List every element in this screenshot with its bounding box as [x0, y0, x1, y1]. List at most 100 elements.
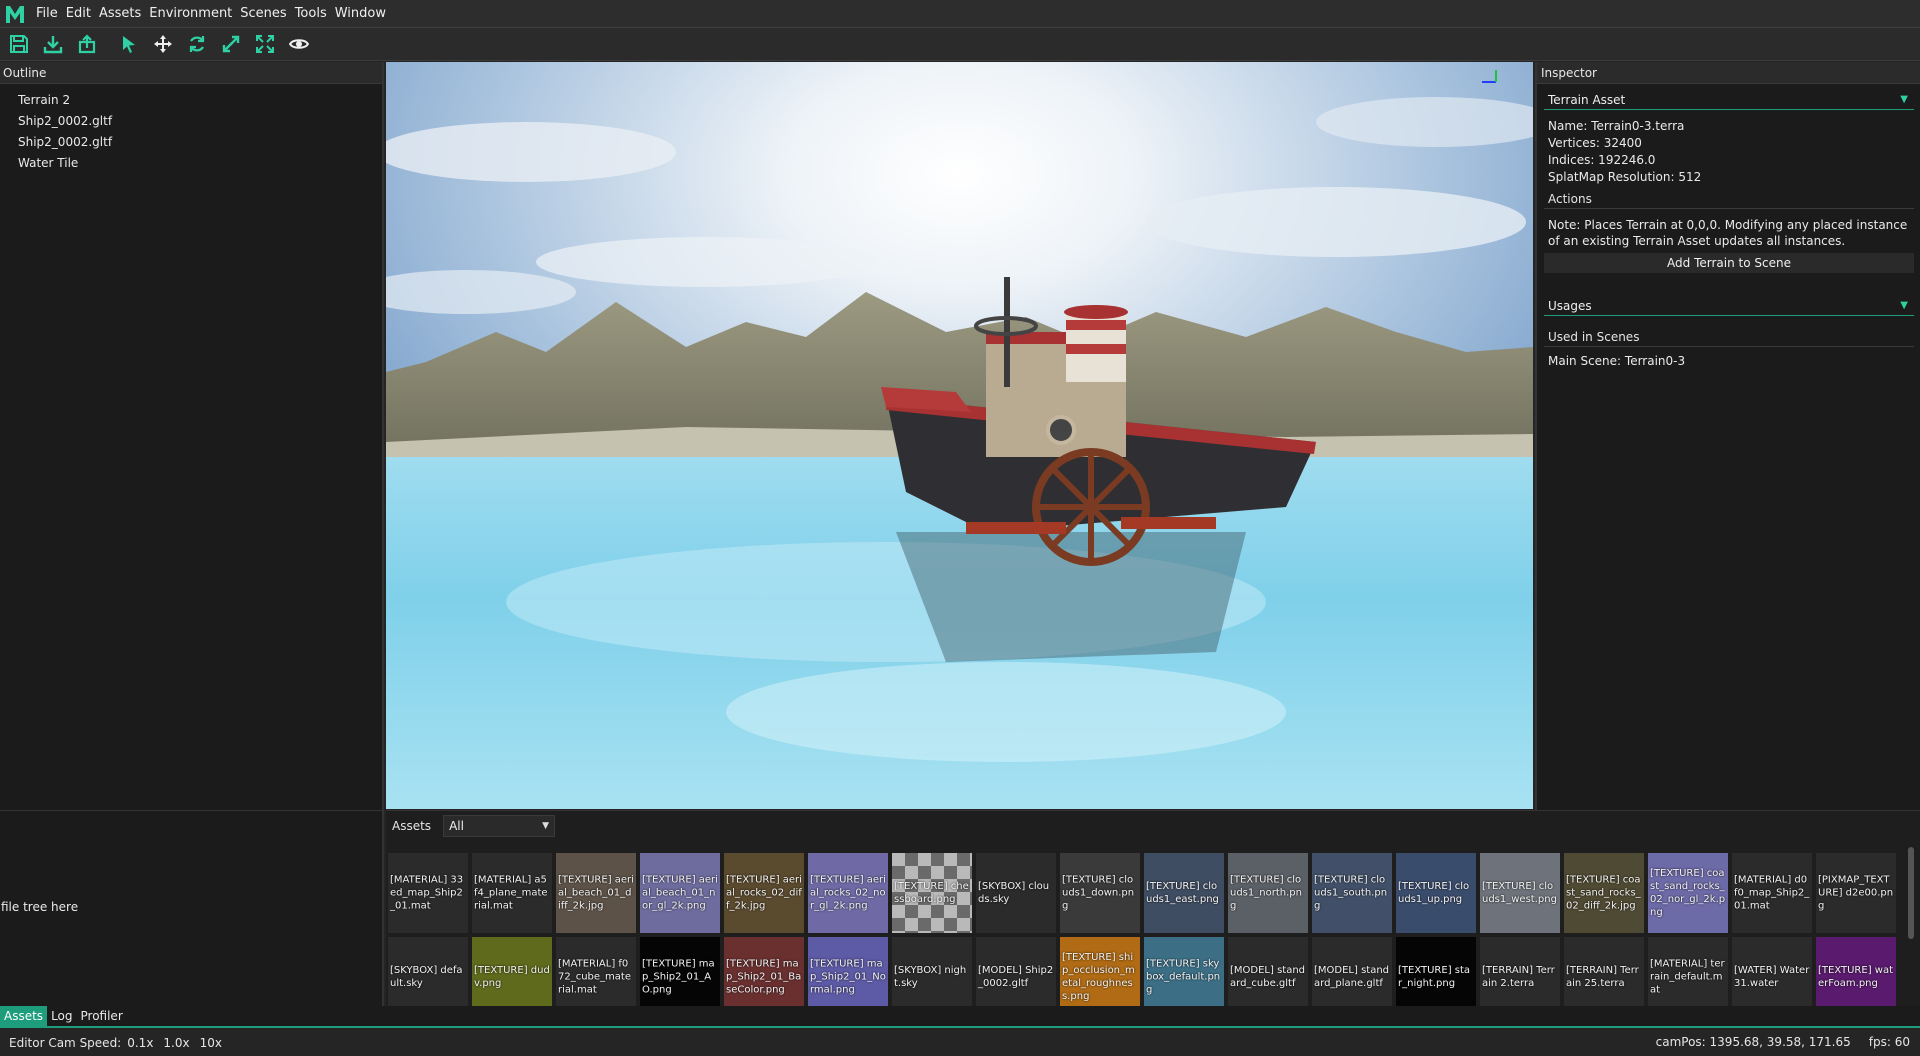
asset-label: [TEXTURE] star_night.png: [1398, 965, 1471, 989]
asset-tile[interactable]: [TEXTURE] aerial_rocks_02_diff_2k.jpg: [724, 853, 804, 933]
asset-tile[interactable]: [TEXTURE] waterFoam.png: [1816, 937, 1896, 1017]
asset-filter-value: All: [449, 819, 464, 833]
inspector-panel: Inspector Terrain Asset ▼ Name: Terrain0…: [1535, 62, 1920, 810]
asset-label: [TEXTURE] coast_sand_rocks_02_nor_gl_2k.…: [1650, 868, 1726, 918]
rotate-icon: [189, 36, 205, 52]
asset-tile[interactable]: [MATERIAL] d0f0_map_Ship2_01.mat: [1732, 853, 1812, 933]
tab-assets[interactable]: Assets: [0, 1006, 48, 1026]
tab-log[interactable]: Log: [47, 1006, 76, 1026]
asset-tile[interactable]: [MATERIAL] terrain_default.mat: [1648, 937, 1728, 1017]
menu-tools[interactable]: Tools: [291, 6, 331, 21]
asset-label: [WATER] Water 31.water: [1734, 965, 1810, 989]
asset-tile[interactable]: [TEXTURE] map_Ship2_01_Normal.png: [808, 937, 888, 1017]
asset-label: [PIXMAP_TEXTURE] d2e00.png: [1818, 874, 1894, 912]
outline-item[interactable]: Ship2_0002.gltf: [0, 111, 382, 132]
save-button[interactable]: [6, 31, 32, 57]
asset-tile[interactable]: [TEXTURE] clouds1_down.png: [1060, 853, 1140, 933]
asset-tile[interactable]: [TEXTURE] clouds1_south.png: [1312, 853, 1392, 933]
asset-tile[interactable]: [WATER] Water 31.water: [1732, 937, 1812, 1017]
assets-panel: Assets All ▼ [MATERIAL] 33ed_map_Ship2_0…: [386, 810, 1920, 1017]
select-icon: [123, 36, 135, 53]
asset-tile[interactable]: [TEXTURE] clouds1_up.png: [1396, 853, 1476, 933]
asset-tile[interactable]: [TEXTURE] coast_sand_rocks_02_nor_gl_2k.…: [1648, 853, 1728, 933]
asset-tile[interactable]: [TEXTURE] dudv.png: [472, 937, 552, 1017]
terrain-note: Note: Places Terrain at 0,0,0. Modifying…: [1548, 218, 1908, 248]
asset-tile[interactable]: [MODEL] standard_cube.gltf: [1228, 937, 1308, 1017]
tab-profiler[interactable]: Profiler: [77, 1006, 127, 1026]
outline-item[interactable]: Ship2_0002.gltf: [0, 132, 382, 153]
asset-label: [MATERIAL] f072_cube_material.mat: [558, 958, 632, 996]
asset-tile[interactable]: [MATERIAL] 33ed_map_Ship2_01.mat: [388, 853, 468, 933]
asset-tile[interactable]: [TEXTURE] coast_sand_rocks_02_diff_2k.jp…: [1564, 853, 1644, 933]
scene-render: [386, 62, 1533, 809]
asset-tile[interactable]: [SKYBOX] clouds.sky: [976, 853, 1056, 933]
terrain-asset-header-label: Terrain Asset: [1548, 93, 1626, 107]
asset-tile[interactable]: [TEXTURE] aerial_rocks_02_nor_gl_2k.png: [808, 853, 888, 933]
menu-edit[interactable]: Edit: [62, 6, 95, 21]
asset-grid: [MATERIAL] 33ed_map_Ship2_01.mat [MATERIA…: [388, 853, 1898, 1017]
bottom-tab-bar: Assets Log Profiler: [0, 1006, 1920, 1028]
asset-tile[interactable]: [TEXTURE] map_Ship2_01_AO.png: [640, 937, 720, 1017]
asset-tile[interactable]: [TEXTURE] aerial_beach_01_nor_gl_2k.png: [640, 853, 720, 933]
assets-scrollbar[interactable]: [1908, 847, 1914, 939]
asset-tile[interactable]: [TEXTURE] star_night.png: [1396, 937, 1476, 1017]
rotate-tool-button[interactable]: [184, 31, 210, 57]
outline-item[interactable]: Terrain 2: [0, 90, 382, 111]
asset-vertices: Vertices: 32400: [1548, 136, 1642, 150]
fullscreen-button[interactable]: [252, 31, 278, 57]
asset-filter-select[interactable]: All ▼: [443, 815, 556, 837]
scene-viewport[interactable]: [386, 62, 1533, 809]
asset-tile[interactable]: [PIXMAP_TEXTURE] d2e00.png: [1816, 853, 1896, 933]
asset-tile[interactable]: [TERRAIN] Terrain 2.terra: [1480, 937, 1560, 1017]
usages-header[interactable]: Usages ▼: [1544, 296, 1914, 316]
asset-tile[interactable]: [TEXTURE] map_Ship2_01_BaseColor.png: [724, 937, 804, 1017]
add-terrain-to-scene-button[interactable]: Add Terrain to Scene: [1544, 253, 1914, 273]
asset-tile[interactable]: [SKYBOX] default.sky: [388, 937, 468, 1017]
visibility-toggle-button[interactable]: [286, 31, 312, 57]
menu-environment[interactable]: Environment: [145, 6, 236, 21]
asset-tile[interactable]: [MATERIAL] a5f4_plane_material.mat: [472, 853, 552, 933]
asset-label: [TERRAIN] Terrain 2.terra: [1482, 965, 1555, 989]
menu-file[interactable]: File: [32, 6, 62, 21]
export-button[interactable]: [74, 31, 100, 57]
asset-label: [TEXTURE] clouds1_west.png: [1482, 881, 1557, 905]
asset-tile[interactable]: [MODEL] standard_plane.gltf: [1312, 937, 1392, 1017]
import-icon: [43, 36, 63, 54]
asset-label: [MODEL] Ship2_0002.gltf: [978, 965, 1054, 989]
menu-scenes[interactable]: Scenes: [236, 6, 290, 21]
menu-assets[interactable]: Assets: [95, 6, 145, 21]
asset-label: [MODEL] standard_plane.gltf: [1314, 965, 1390, 989]
status-bar: Editor Cam Speed: 0.1x 1.0x 10x camPos: …: [0, 1029, 1920, 1056]
asset-label: [MATERIAL] a5f4_plane_material.mat: [474, 874, 548, 912]
camera-position-readout: camPos: 1395.68, 39.58, 171.65: [1655, 1035, 1851, 1049]
menu-window[interactable]: Window: [331, 6, 390, 21]
terrain-asset-header[interactable]: Terrain Asset ▼: [1544, 90, 1914, 110]
cam-speed-1-0x[interactable]: 1.0x: [163, 1036, 189, 1050]
chevron-down-icon: ▼: [1900, 94, 1908, 105]
asset-label: [TEXTURE] map_Ship2_01_BaseColor.png: [726, 958, 802, 996]
asset-tile[interactable]: [TEXTURE] clouds1_west.png: [1480, 853, 1560, 933]
asset-tile[interactable]: [SKYBOX] night.sky: [892, 937, 972, 1017]
select-tool-button[interactable]: [116, 31, 142, 57]
fps-readout: fps: 60: [1868, 1035, 1910, 1049]
translate-tool-button[interactable]: [150, 31, 176, 57]
outline-item[interactable]: Water Tile: [0, 153, 382, 174]
asset-tile[interactable]: [MODEL] Ship2_0002.gltf: [976, 937, 1056, 1017]
outline-title: Outline: [0, 62, 382, 84]
import-button[interactable]: [40, 31, 66, 57]
asset-label: [SKYBOX] night.sky: [894, 965, 967, 989]
cam-speed-0-1x[interactable]: 0.1x: [127, 1036, 153, 1050]
asset-label: [TEXTURE] dudv.png: [474, 965, 550, 989]
inspector-title: Inspector: [1537, 62, 1920, 84]
scale-tool-button[interactable]: [218, 31, 244, 57]
asset-tile[interactable]: [TEXTURE] ship_occlusion_metal_roughness…: [1060, 937, 1140, 1017]
asset-tile[interactable]: [MATERIAL] f072_cube_material.mat: [556, 937, 636, 1017]
asset-tile[interactable]: [TERRAIN] Terrain 25.terra: [1564, 937, 1644, 1017]
asset-tile[interactable]: [TEXTURE] skybox_default.png: [1144, 937, 1224, 1017]
usage-entry[interactable]: Main Scene: Terrain0-3: [1538, 353, 1920, 370]
asset-tile[interactable]: [TEXTURE] aerial_beach_01_diff_2k.jpg: [556, 853, 636, 933]
asset-tile[interactable]: [TEXTURE] clouds1_north.png: [1228, 853, 1308, 933]
asset-tile[interactable]: [TEXTURE] chessboard.png: [892, 853, 972, 933]
asset-tile[interactable]: [TEXTURE] clouds1_east.png: [1144, 853, 1224, 933]
cam-speed-10x[interactable]: 10x: [200, 1036, 222, 1050]
